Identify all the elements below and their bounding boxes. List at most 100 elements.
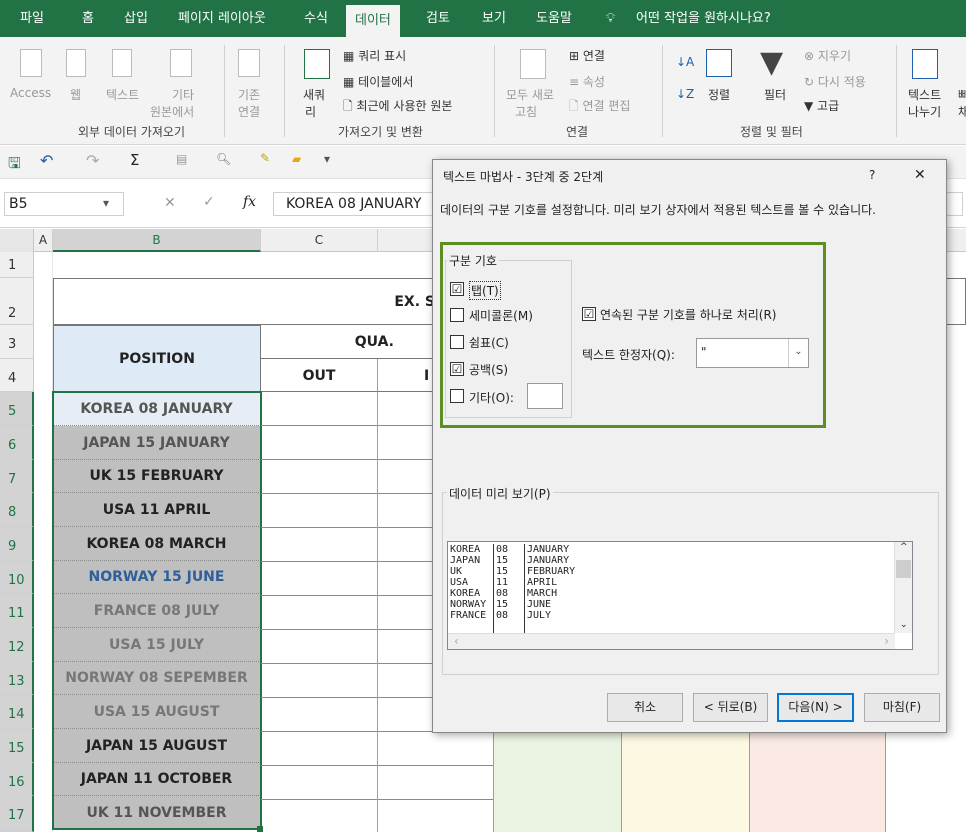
space-checkbox[interactable]: ☑	[450, 362, 464, 376]
existing-connection-button[interactable]: 기존	[238, 86, 260, 103]
preview-hscrollbar[interactable]: ‹ ›	[448, 633, 895, 649]
show-query-button[interactable]: ▦ 쿼리 표시	[343, 47, 406, 64]
other-source-button[interactable]: 기타	[172, 86, 194, 103]
tab-home[interactable]: 홈	[82, 0, 94, 37]
redo-icon[interactable]: ↷	[86, 151, 99, 170]
format-painter-icon[interactable]: ✎	[260, 151, 270, 165]
cell-b17[interactable]: UK 11 NOVEMBER	[53, 796, 261, 830]
column-header-b[interactable]: B	[53, 229, 261, 252]
filter-button[interactable]: 필터	[764, 86, 786, 103]
comma-checkbox[interactable]	[450, 335, 464, 349]
undo-icon[interactable]: ↶	[40, 151, 53, 170]
sort-button[interactable]: 정렬	[708, 86, 730, 103]
help-button[interactable]: ?	[869, 168, 875, 182]
cell-b7[interactable]: UK 15 FEBRUARY	[53, 460, 261, 493]
tell-me-box[interactable]: 어떤 작업을 원하시나요?	[636, 0, 771, 37]
other-label[interactable]: 기타(O):	[469, 389, 514, 406]
sort-za-icon[interactable]: ↓Z	[676, 87, 694, 101]
web-button[interactable]: 웹	[70, 86, 81, 103]
tab-formulas[interactable]: 수식	[304, 0, 328, 37]
row-header[interactable]: 1	[0, 252, 34, 278]
cell-b6[interactable]: JAPAN 15 JANUARY	[53, 426, 261, 460]
comma-label[interactable]: 쉼표(C)	[469, 334, 509, 351]
cell-b14[interactable]: USA 15 AUGUST	[53, 695, 261, 729]
next-button[interactable]: 다음(N) >	[777, 693, 854, 722]
scroll-thumb[interactable]	[896, 560, 911, 578]
row-header[interactable]: 2	[0, 278, 34, 325]
row-header[interactable]: 17	[0, 796, 34, 832]
cancel-button[interactable]: 취소	[607, 693, 683, 722]
consecutive-checkbox[interactable]: ☑	[582, 307, 596, 321]
tab-file[interactable]: 파일	[20, 0, 44, 37]
preview-vscrollbar[interactable]: ^ ⌄	[894, 542, 912, 633]
sort-az-icon[interactable]: ↓A	[676, 55, 694, 69]
row-header[interactable]: 15	[0, 729, 34, 763]
clear-button[interactable]: ⊗ 지우기	[804, 47, 851, 64]
row-header[interactable]: 6	[0, 426, 34, 460]
preview-pane[interactable]: KOREA 08 JANUARY JAPAN 15 JANUARY UK 15 FEBRUA…	[447, 541, 913, 650]
column-f-cells[interactable]	[622, 733, 750, 832]
tab-label[interactable]: 탭(T)	[469, 281, 501, 300]
consecutive-label[interactable]: 연속된 구분 기호를 하나로 처리(R)	[600, 306, 776, 323]
position-header-cell[interactable]: POSITION	[53, 325, 261, 392]
semicolon-checkbox[interactable]	[450, 308, 464, 322]
save-icon[interactable]: 🖫︎	[8, 153, 21, 178]
out-header-cell[interactable]: OUT	[261, 359, 378, 392]
tab-insert[interactable]: 삽입	[124, 0, 148, 37]
connections-button[interactable]: ⊞ 연결	[569, 47, 605, 64]
scroll-right-icon[interactable]: ›	[884, 634, 889, 648]
enter-icon[interactable]: ✓	[203, 194, 215, 210]
text-to-columns-button[interactable]: 텍스트	[908, 86, 941, 103]
row-header[interactable]: 4	[0, 359, 34, 392]
reapply-button[interactable]: ↻ 다시 적용	[804, 73, 866, 90]
edit-links-button[interactable]: 🗋︎ 연결 편집	[569, 97, 630, 118]
form-icon[interactable]: ▤	[176, 152, 187, 166]
from-table-button[interactable]: ▦ 테이블에서	[343, 73, 413, 90]
column-g-cells[interactable]	[750, 733, 886, 832]
close-button[interactable]: ✕	[914, 167, 926, 183]
other-checkbox[interactable]	[450, 389, 464, 403]
properties-button[interactable]: ≡ 속성	[569, 73, 605, 90]
customize-qat-icon[interactable]: ▾	[324, 152, 330, 166]
cell-b5[interactable]: KOREA 08 JANUARY	[53, 392, 261, 426]
cell-b9[interactable]: KOREA 08 MARCH	[53, 527, 261, 561]
cell-b15[interactable]: JAPAN 15 AUGUST	[53, 729, 261, 763]
back-button[interactable]: < 뒤로(B)	[693, 693, 768, 722]
name-box-dropdown-icon[interactable]: ▾	[103, 196, 109, 210]
tab-data[interactable]: 데이터	[346, 5, 400, 37]
cell-b13[interactable]: NORWAY 08 SEPEMBER	[53, 662, 261, 695]
column-e-cells[interactable]	[494, 733, 622, 832]
row-header[interactable]: 9	[0, 527, 34, 561]
other-input[interactable]	[527, 383, 563, 409]
scroll-down-icon[interactable]: ⌄	[900, 620, 908, 630]
chevron-down-icon[interactable]: ⌄	[788, 339, 808, 367]
select-all-corner[interactable]	[0, 229, 34, 252]
tab-review[interactable]: 검토	[426, 0, 450, 37]
semicolon-label[interactable]: 세미콜론(M)	[469, 307, 533, 324]
cell-b11[interactable]: FRANCE 08 JULY	[53, 594, 261, 628]
tab-page-layout[interactable]: 페이지 레이아웃	[178, 0, 266, 37]
cell-b8[interactable]: USA 11 APRIL	[53, 493, 261, 527]
column-header-a[interactable]: A	[34, 229, 53, 252]
refresh-all-button[interactable]: 모두 새로	[506, 86, 554, 103]
tab-view[interactable]: 보기	[482, 0, 506, 37]
row-header[interactable]: 3	[0, 325, 34, 359]
row-header[interactable]: 14	[0, 695, 34, 729]
scroll-left-icon[interactable]: ‹	[454, 634, 459, 648]
row-header[interactable]: 13	[0, 662, 34, 695]
column-header-c[interactable]: C	[261, 229, 378, 252]
text-button[interactable]: 텍스트	[106, 86, 139, 103]
recent-sources-button[interactable]: 🗋︎ 최근에 사용한 원본	[343, 97, 452, 118]
open-folder-icon[interactable]: ▰	[292, 152, 301, 166]
tab-help[interactable]: 도움말	[536, 0, 572, 37]
row-header[interactable]: 16	[0, 763, 34, 796]
cancel-icon[interactable]: ✕	[164, 195, 176, 211]
access-button[interactable]: Access	[10, 86, 51, 100]
row-header[interactable]: 7	[0, 460, 34, 493]
finish-button[interactable]: 마침(F)	[864, 693, 940, 722]
row-header[interactable]: 8	[0, 493, 34, 527]
print-preview-icon[interactable]: 🔍︎	[216, 152, 231, 166]
column-a-cells[interactable]	[34, 252, 53, 832]
cell-b16[interactable]: JAPAN 11 OCTOBER	[53, 763, 261, 796]
cell-b10[interactable]: NORWAY 15 JUNE	[53, 561, 261, 594]
